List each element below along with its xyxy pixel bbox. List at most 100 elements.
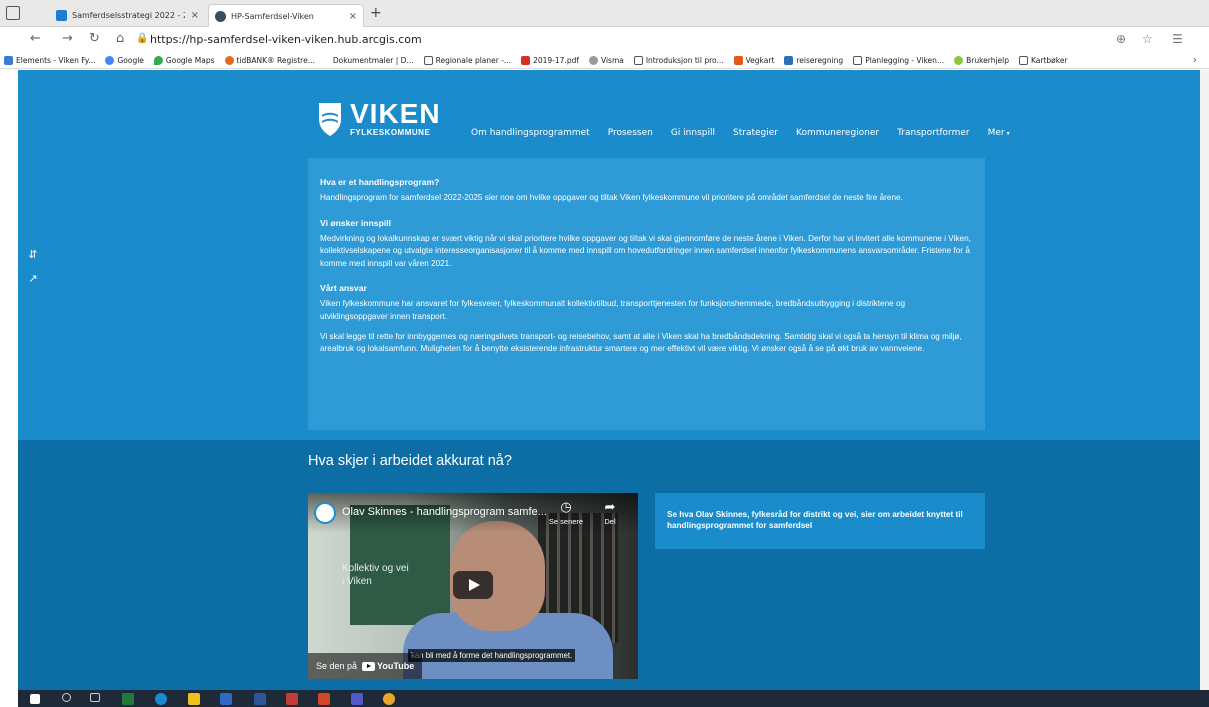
file-explorer-icon[interactable] [188, 693, 200, 705]
bookmark-visma[interactable]: Visma [588, 55, 624, 65]
channel-avatar[interactable] [314, 502, 336, 524]
youtube-play-icon [362, 661, 376, 671]
bookmark-introduksjon[interactable]: Introduksjon til pro... [633, 55, 724, 65]
viken-shield-icon [319, 102, 341, 136]
arcgis-globe-icon [215, 10, 226, 22]
outlook-icon[interactable] [220, 693, 232, 705]
site-nav: Om handlingsprogrammet Prosessen Gi inns… [471, 128, 1010, 138]
maps-pin-icon [153, 55, 163, 65]
elements-icon [4, 55, 13, 65]
app-icon[interactable] [286, 693, 298, 705]
scrollbar[interactable] [1200, 70, 1209, 690]
bookmark-planlegging[interactable]: Planlegging - Viken... [853, 55, 944, 65]
section-heading: Hva er et handlingsprogram? [320, 177, 440, 187]
search-icon[interactable] [62, 693, 71, 702]
nav-transportformer[interactable]: Transportformer [897, 128, 969, 138]
youtube-video-player[interactable]: Kollektiv og vei i Viken Olav Skinnes - … [308, 493, 638, 679]
section-text: Handlingsprogram for samferdsel 2022-202… [320, 193, 903, 202]
windows-start-icon[interactable] [30, 694, 40, 704]
bookmark-tidbank[interactable]: tidBANK® Registre... [224, 55, 315, 65]
word-icon[interactable] [254, 693, 266, 705]
viken-shield-icon [56, 10, 67, 21]
brukerhjelp-icon [954, 55, 964, 65]
section-handlingsprogram: Hva er et handlingsprogram? Handlingspro… [320, 177, 973, 205]
excel-icon[interactable] [122, 693, 134, 705]
edge-icon[interactable] [155, 693, 167, 705]
visma-icon [588, 55, 598, 65]
address-bar: ← → ↻ ⌂ 🔒 https://hp-samferdsel-viken-vi… [0, 27, 1209, 52]
home-icon[interactable]: ⌂ [116, 31, 124, 46]
collections-icon[interactable]: ⇵ [26, 248, 40, 262]
page-icon [633, 55, 643, 65]
zoom-icon[interactable]: ⊕ [1116, 32, 1126, 46]
now-section-title: Hva skjer i arbeidet akkurat nå? [308, 453, 512, 469]
favorite-star-icon[interactable]: ☆ [1142, 32, 1153, 46]
powerpoint-icon[interactable] [318, 693, 330, 705]
section-text: Viken fylkeskommune har ansvaret for fyl… [320, 299, 906, 321]
watch-on-youtube-button[interactable]: Se den på YouTube [308, 653, 423, 679]
section-text: Vi skal legge til rette for innbyggernes… [320, 331, 962, 354]
page-icon [423, 55, 433, 65]
section-heading: Vårt ansvar [320, 283, 367, 294]
nav-kommuneregioner[interactable]: Kommuneregioner [796, 128, 879, 138]
logo-wordmark: VIKEN [350, 98, 441, 129]
share-icon[interactable]: ↗ [26, 272, 40, 286]
nav-om-handlingsprogrammet[interactable]: Om handlingsprogrammet [471, 128, 590, 138]
reiseregning-icon [784, 55, 794, 65]
close-tab-icon[interactable]: × [185, 10, 199, 21]
bookmark-vegkart[interactable]: Vegkart [733, 55, 774, 65]
watch-later-button[interactable]: ◷ Se senere [544, 499, 588, 526]
forward-icon[interactable]: → [62, 31, 73, 46]
video-description: Se hva Olav Skinnes, fylkesråd for distr… [655, 493, 985, 549]
bookmark-pdf[interactable]: 2019-17.pdf [521, 55, 579, 65]
task-view-icon[interactable] [90, 693, 100, 702]
nav-strategier[interactable]: Strategier [733, 128, 778, 138]
bookmark-regionale-planer[interactable]: Regionale planer -... [423, 55, 511, 65]
video-title[interactable]: Olav Skinnes - handlingsprogram samfe... [342, 506, 547, 518]
page-icon [853, 55, 863, 65]
bookmark-google[interactable]: Google [105, 55, 144, 65]
bookmarks-more-icon[interactable]: › [1193, 53, 1197, 66]
browser-tab-bar: Samferdselsstrategi 2022 - 2033 × HP-Sam… [0, 0, 1209, 27]
bookmark-google-maps[interactable]: Google Maps [153, 55, 215, 65]
tab-hp-samferdsel-viken[interactable]: HP-Samferdsel-Viken × [208, 4, 364, 27]
close-tab-icon[interactable]: × [343, 11, 357, 22]
page-icon [1019, 55, 1029, 65]
viken-logo[interactable]: VIKEN FYLKESKOMMUNE [318, 100, 441, 137]
url-input[interactable]: https://hp-samferdsel-viken-viken.hub.ar… [150, 33, 422, 46]
bookmark-reiseregning[interactable]: reiseregning [784, 55, 843, 65]
nav-mer[interactable]: Mer ▾ [988, 128, 1010, 138]
bookmarks-bar: Elements - Viken Fy... Google Google Map… [0, 52, 1209, 69]
lock-icon[interactable]: 🔒 [136, 33, 148, 44]
tab-title: HP-Samferdsel-Viken [231, 11, 314, 21]
tidbank-icon [224, 55, 234, 65]
google-icon [105, 55, 115, 65]
logo-subtitle: FYLKESKOMMUNE [350, 128, 431, 137]
back-icon[interactable]: ← [30, 31, 41, 46]
tab-samferdselsstrategi[interactable]: Samferdselsstrategi 2022 - 2033 × [50, 4, 205, 27]
video-caption: kan bli med å forme det handlingsprogram… [408, 649, 576, 662]
bookmark-dokumentmaler[interactable]: Dokumentmaler | D... [333, 56, 414, 65]
video-board-text: Kollektiv og vei i Viken [342, 563, 409, 587]
nav-prosessen[interactable]: Prosessen [608, 128, 653, 138]
new-tab-button[interactable]: + [370, 5, 382, 21]
caret-down-icon: ▾ [1006, 130, 1010, 137]
section-heading: Vi ønsker innspill [320, 217, 391, 228]
tab-title: Samferdselsstrategi 2022 - 2033 [72, 11, 185, 20]
bookmark-elements[interactable]: Elements - Viken Fy... [4, 55, 95, 65]
nav-gi-innspill[interactable]: Gi innspill [671, 128, 715, 138]
share-button[interactable]: ➦ Del [588, 499, 632, 526]
play-button[interactable] [453, 571, 493, 599]
pdf-icon [521, 55, 531, 65]
bookmark-brukerhjelp[interactable]: Brukerhjelp [954, 55, 1009, 65]
bookmark-kartboker[interactable]: Kartbøker [1019, 55, 1068, 65]
tab-actions-icon[interactable] [6, 6, 20, 20]
share-arrow-icon: ➦ [604, 499, 616, 514]
refresh-icon[interactable]: ↻ [89, 31, 100, 46]
vegkart-icon [733, 55, 743, 65]
favorites-list-icon[interactable]: ☰ [1172, 32, 1183, 46]
youtube-logo: YouTube [362, 661, 414, 671]
chrome-icon[interactable] [383, 693, 395, 705]
teams-icon[interactable] [351, 693, 363, 705]
intro-panel: Hva er et handlingsprogram? Handlingspro… [308, 158, 985, 430]
